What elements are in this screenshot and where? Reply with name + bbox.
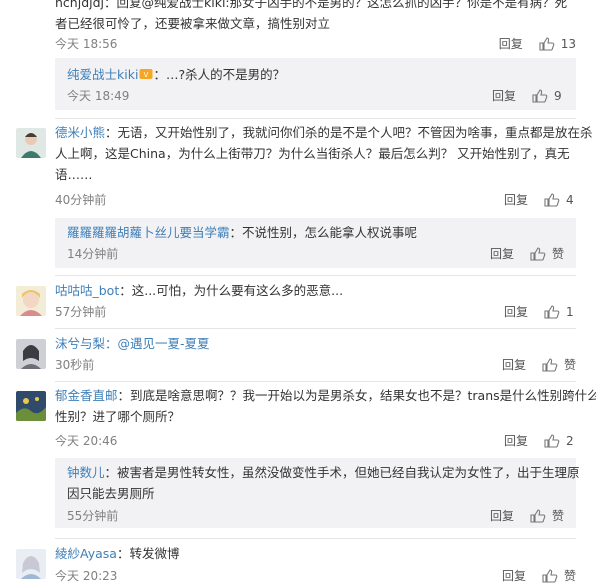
reply-button[interactable]: 回复 <box>504 190 528 210</box>
timestamp: 30秒前 <box>55 358 95 372</box>
divider <box>55 328 576 329</box>
avatar[interactable] <box>16 339 46 369</box>
reply-button[interactable]: 回复 <box>490 506 514 526</box>
comment-text: hcnjdjdj：回复@纯爱战士kiki:那女子凶手的不是男的？这怎么抓的凶手？… <box>55 0 576 30</box>
sub-reply-line-2: 因只能去男厕所 <box>67 486 155 501</box>
like-count: 赞 <box>551 247 564 261</box>
comment-line-1: ：到底是啥意思啊？？我一开始以为是男杀女，结果女也不是？trans是什么性别跨什… <box>117 388 596 403</box>
user-name-link[interactable]: 纯爱战士kiki <box>67 67 138 82</box>
user-name-link[interactable]: 沫兮与梨 <box>55 336 105 351</box>
timestamp: 55分钟前 <box>67 509 119 523</box>
vip-badge-icon: V <box>139 69 153 79</box>
sub-reply: 纯爱战士kiki V ：…?杀人的不是男的？ 今天 18:49 回复 9 <box>55 58 576 110</box>
comment-line-2: 性别？进了哪个厕所？ <box>55 409 181 424</box>
timestamp: 今天 18:49 <box>67 89 130 103</box>
timestamp: 今天 18:56 <box>55 37 118 51</box>
thumbs-up-icon[interactable] <box>544 305 560 319</box>
comment-text: 綾紗Ayasa：转发微博 <box>55 543 576 564</box>
thumbs-up-icon[interactable] <box>532 89 548 103</box>
user-name-link[interactable]: 钟数儿 <box>67 465 105 480</box>
timestamp: 今天 20:46 <box>55 434 118 448</box>
comment-line-1: hcnjdjdj：回复@纯爱战士kiki:那女子凶手的不是男的？这怎么抓的凶手？… <box>55 0 568 10</box>
reply-button[interactable]: 回复 <box>492 86 516 106</box>
comment-line-2: 者已经很可怜了，还要被拿来做文章，搞性别对立 <box>55 16 331 30</box>
comment-line-2: 人上啊，这是China，为什么上街带刀？为什么当街杀人？最后怎么判？ 又开始性别… <box>55 146 570 161</box>
thumbs-up-icon[interactable] <box>539 37 555 51</box>
comment-meta: 今天 20:46 回复 2 <box>55 431 576 451</box>
comment-meta: 30秒前 回复 赞 <box>55 355 576 375</box>
comment-line-1: ：转发微博 <box>116 546 180 561</box>
sub-reply: 羅羅羅羅胡蘿卜丝儿要当学霸：不说性别，怎么能拿人权说事呢 14分钟前 回复 赞 <box>55 218 576 268</box>
reply-button[interactable]: 回复 <box>504 431 528 451</box>
like-count: 赞 <box>551 509 564 523</box>
timestamp: 14分钟前 <box>67 247 119 261</box>
user-name-link[interactable]: 郁金香直邮 <box>55 388 118 403</box>
reply-button[interactable]: 回复 <box>502 355 526 375</box>
reply-button[interactable]: 回复 <box>502 566 526 586</box>
timestamp: 40分钟前 <box>55 193 107 207</box>
sub-reply-meta: 14分钟前 回复 赞 <box>67 244 564 264</box>
avatar[interactable] <box>16 391 46 421</box>
divider <box>55 538 576 539</box>
sub-reply-text: 钟数儿：被害者是男性转女性，虽然没做变性手术，但她已经自我认定为女性了，出于生理… <box>67 462 580 504</box>
user-name-link[interactable]: 羅羅羅羅胡蘿卜丝儿要当学霸 <box>67 225 230 240</box>
thumbs-up-icon[interactable] <box>542 569 558 583</box>
comment-meta: 今天 20:23 回复 赞 <box>55 566 576 586</box>
comment-line-1: ：这...可怕，为什么要有这么多的恶意... <box>119 283 344 298</box>
mention-link[interactable]: ：@遇见一夏-夏夏 <box>105 336 210 351</box>
comment-meta: 今天 18:56 回复 13 <box>55 34 576 54</box>
like-count: 2 <box>566 434 574 448</box>
comment-text: 郁金香直邮：到底是啥意思啊？？我一开始以为是男杀女，结果女也不是？trans是什… <box>55 385 596 427</box>
sub-reply-text: 纯爱战士kiki V ：…?杀人的不是男的？ <box>67 64 564 85</box>
divider <box>55 381 576 382</box>
user-name-link[interactable]: 綾紗Ayasa <box>55 546 117 561</box>
sub-reply: 钟数儿：被害者是男性转女性，虽然没做变性手术，但她已经自我认定为女性了，出于生理… <box>55 458 580 528</box>
timestamp: 今天 20:23 <box>55 569 118 583</box>
like-count: 赞 <box>563 569 576 583</box>
thumbs-up-icon[interactable] <box>544 193 560 207</box>
sub-reply-meta: 55分钟前 回复 赞 <box>67 506 564 526</box>
svg-text:V: V <box>144 71 149 79</box>
comment-feed: hcnjdjdj：回复@纯爱战士kiki:那女子凶手的不是男的？这怎么抓的凶手？… <box>0 0 596 585</box>
divider <box>55 275 576 276</box>
thumbs-up-icon[interactable] <box>530 247 546 261</box>
timestamp: 57分钟前 <box>55 305 107 319</box>
thumbs-up-icon[interactable] <box>530 509 546 523</box>
avatar[interactable] <box>16 128 46 158</box>
reply-button[interactable]: 回复 <box>490 244 514 264</box>
reply-button[interactable]: 回复 <box>504 302 528 322</box>
comment-text: 咕咕咕_bot：这...可怕，为什么要有这么多的恶意... <box>55 280 576 301</box>
sub-reply-body: ：不说性别，怎么能拿人权说事呢 <box>229 225 418 240</box>
comment-line-1: ：无语，又开始性别了，我就问你们杀的是不是个人吧？不管因为啥事，重点都是放在杀 <box>105 125 593 140</box>
sub-reply-text: 羅羅羅羅胡蘿卜丝儿要当学霸：不说性别，怎么能拿人权说事呢 <box>67 222 564 243</box>
comment-text: 德米小熊：无语，又开始性别了，我就问你们杀的是不是个人吧？不管因为啥事，重点都是… <box>55 122 593 185</box>
thumbs-up-icon[interactable] <box>542 358 558 372</box>
like-count: 13 <box>560 37 576 51</box>
avatar[interactable] <box>16 286 46 316</box>
comment-text: 沫兮与梨：@遇见一夏-夏夏 <box>55 333 576 354</box>
user-name-link[interactable]: 咕咕咕_bot <box>55 283 119 298</box>
user-name-link[interactable]: 德米小熊 <box>55 125 105 140</box>
sub-reply-body: ：…?杀人的不是男的？ <box>153 67 286 82</box>
divider <box>55 118 576 119</box>
like-count: 赞 <box>563 358 576 372</box>
like-count: 9 <box>554 89 562 103</box>
thumbs-up-icon[interactable] <box>544 434 560 448</box>
reply-button[interactable]: 回复 <box>499 34 523 54</box>
avatar[interactable] <box>16 549 46 579</box>
comment-meta: 57分钟前 回复 1 <box>55 302 576 322</box>
like-count: 1 <box>566 305 574 319</box>
sub-reply-meta: 今天 18:49 回复 9 <box>67 86 564 106</box>
comment-meta: 40分钟前 回复 4 <box>55 190 576 210</box>
like-count: 4 <box>566 193 574 207</box>
comment-line-3: 语…… <box>55 167 93 182</box>
sub-reply-line-1: ：被害者是男性转女性，虽然没做变性手术，但她已经自我认定为女性了，出于生理原 <box>104 465 580 480</box>
